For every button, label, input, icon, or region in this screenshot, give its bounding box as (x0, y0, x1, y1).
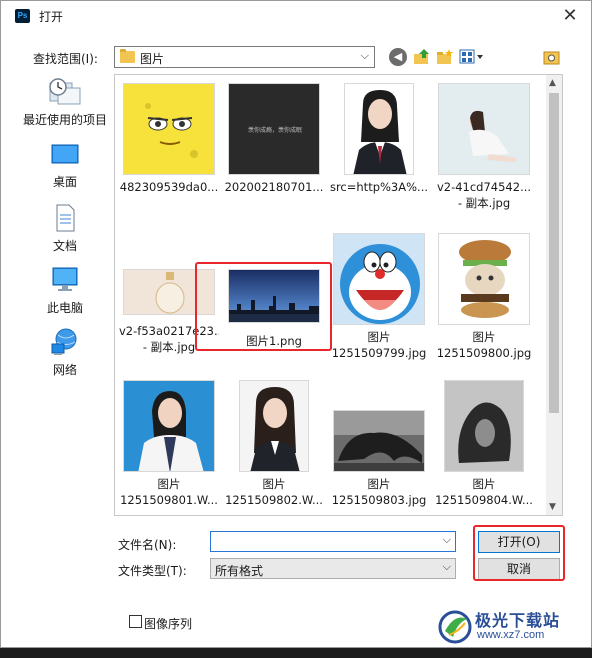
file-item[interactable]: 羡你成瘾，羡你成眠 202002180701... (224, 83, 324, 195)
image-sequence-checkbox[interactable] (129, 615, 142, 628)
scroll-up-icon[interactable]: ▲ (549, 78, 556, 88)
highlight-buttons (473, 525, 565, 581)
place-documents[interactable]: 文档 (19, 203, 111, 254)
watermark-text: 极光下载站 (475, 611, 561, 630)
file-name: 图片 (367, 330, 391, 344)
thumbnail-dark-text: 羡你成瘾，羡你成眠 (228, 83, 320, 175)
file-item[interactable]: src=http%3A%... (329, 83, 429, 195)
title-bar: Ps 打开 ✕ (1, 1, 591, 31)
file-name: 202002180701... (224, 180, 324, 194)
file-item[interactable]: v2-41cd74542... - 副本.jpg (434, 83, 534, 211)
file-item[interactable]: 图片 1251509802.W... (224, 380, 324, 508)
file-name: 图片 (367, 477, 391, 491)
thumbnail-sitting-woman (438, 83, 530, 175)
image-sequence-label: 图像序列 (144, 617, 193, 631)
file-name: v2-41cd74542... (436, 180, 532, 194)
file-item[interactable]: 图片 1251509800.jpg (434, 233, 534, 361)
lookin-value: 图片 (140, 52, 165, 66)
filetype-select[interactable]: 所有格式 ⌵ (210, 558, 456, 579)
lookin-label: 查找范围(I): (33, 52, 98, 66)
network-icon (51, 328, 77, 355)
desktop-icon (51, 144, 79, 164)
places-bar: 最近使用的项目 桌面 文档 此电脑 网络 (19, 73, 111, 513)
window-title: 打开 (39, 10, 64, 24)
vertical-scrollbar[interactable]: ▲ ▼ (546, 75, 562, 515)
file-name: 图片 (472, 477, 496, 491)
up-folder-icon[interactable] (413, 48, 431, 66)
file-name-line2: 1251509802.W... (225, 493, 323, 507)
file-item[interactable]: 图片 1251509804.W... (434, 380, 534, 508)
lookin-dropdown[interactable]: 图片 ⌵ (114, 46, 375, 68)
place-desktop[interactable]: 桌面 (19, 143, 111, 190)
file-name-line2: 1251509799.jpg (331, 346, 427, 360)
thumbnail-portrait-girl (344, 83, 414, 175)
place-label: 桌面 (52, 175, 77, 189)
filetype-value: 所有格式 (215, 564, 264, 578)
thumbnail-blue-portrait (123, 380, 215, 472)
chevron-down-icon: ⌵ (360, 49, 369, 62)
view-menu-icon[interactable] (459, 48, 485, 66)
place-recent[interactable]: 最近使用的项目 (19, 77, 111, 128)
thumbnail-girl-portrait (239, 380, 309, 472)
taskbar-strip (0, 648, 592, 658)
thumbnail-bw-rock (444, 380, 524, 472)
filename-input[interactable]: ⌵ (210, 531, 456, 552)
file-item[interactable]: 图片 1251509803.jpg (329, 380, 429, 508)
file-name: 图片 (472, 330, 496, 344)
photoshop-app-icon: Ps (15, 9, 30, 23)
thumbnail-rock-arch (333, 410, 425, 472)
thumbnail-doraemon (333, 233, 425, 325)
file-name-line2: 1251509800.jpg (436, 346, 532, 360)
watermark-logo: 极光下载站 www.xz7.com (435, 607, 587, 647)
this-pc-icon (52, 267, 78, 291)
place-label: 文档 (52, 239, 77, 253)
folder-icon (120, 49, 135, 63)
watermark-url: www.xz7.com (477, 629, 545, 641)
place-network[interactable]: 网络 (19, 327, 111, 378)
new-folder-icon[interactable] (436, 48, 454, 66)
thumbnail-spongebob (123, 83, 215, 175)
documents-icon (56, 204, 75, 232)
file-name-line2: 1251509804.W... (435, 493, 533, 507)
file-name: src=http%3A%... (329, 180, 429, 194)
file-name: 图片 (262, 477, 286, 491)
file-item[interactable]: 图片 1251509801.W... (119, 380, 219, 508)
close-icon[interactable]: ✕ (557, 3, 583, 29)
filetype-label: 文件类型(T): (118, 564, 187, 578)
file-name-line2: 1251509801.W... (120, 493, 218, 507)
svg-text:羡你成瘾，羡你成眠: 羡你成瘾，羡你成眠 (248, 126, 302, 134)
chevron-down-icon: ⌵ (442, 560, 451, 573)
watermark-icon (438, 610, 472, 644)
browse-icon[interactable] (543, 48, 561, 66)
highlight-selected-file (195, 262, 332, 351)
file-list[interactable]: 482309539da0... 羡你成瘾，羡你成眠 202002180701..… (114, 74, 563, 516)
place-this-pc[interactable]: 此电脑 (19, 265, 111, 316)
open-dialog: Ps 打开 ✕ 查找范围(I): 图片 ⌵ ◀ 最近使用的项目 桌面 文档 此电… (0, 0, 592, 648)
back-icon[interactable]: ◀ (389, 48, 407, 66)
thumbnail-burger-cat (438, 233, 530, 325)
file-name-line2: - 副本.jpg (457, 196, 511, 210)
file-item[interactable]: 482309539da0... (119, 83, 219, 195)
filename-label: 文件名(N): (118, 538, 177, 552)
scroll-down-icon[interactable]: ▼ (549, 502, 556, 512)
place-label: 网络 (52, 363, 77, 377)
file-name: 482309539da0... (119, 180, 219, 194)
recent-icon (49, 78, 81, 105)
file-name: 图片 (157, 477, 181, 491)
scrollbar-thumb[interactable] (549, 93, 559, 413)
place-label: 最近使用的项目 (22, 113, 107, 127)
chevron-down-icon[interactable]: ⌵ (443, 533, 451, 547)
file-name-line2: 1251509803.jpg (331, 493, 427, 507)
place-label: 此电脑 (46, 301, 83, 315)
file-item[interactable]: 图片 1251509799.jpg (329, 233, 429, 361)
